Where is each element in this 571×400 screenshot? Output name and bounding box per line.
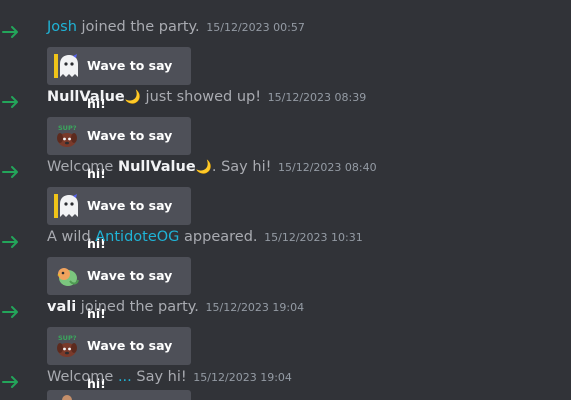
wave-button[interactable]: SUP? Wave to say hi! — [47, 327, 191, 391]
join-arrow-icon — [2, 95, 20, 109]
moon-emoji: 🌙 — [124, 90, 141, 105]
message-text: Welcome ... Say hi! 15/12/2023 19:04 — [47, 367, 292, 388]
message-prefix: A wild — [47, 229, 96, 245]
wave-button-label: Wave to say hi! — [87, 268, 173, 321]
timestamp[interactable]: 15/12/2023 08:40 — [278, 161, 377, 174]
timestamp[interactable]: 15/12/2023 19:04 — [206, 301, 305, 314]
join-arrow-icon — [2, 375, 20, 389]
timestamp[interactable]: 15/12/2023 19:04 — [193, 371, 292, 384]
username[interactable]: AntidoteOG — [95, 229, 179, 245]
username[interactable]: NullValue — [47, 89, 125, 105]
wave-button[interactable]: Wave to say hi! — [47, 47, 191, 111]
username[interactable]: vali — [47, 299, 76, 315]
message-suffix: just showed up! — [140, 89, 262, 105]
timestamp[interactable]: 15/12/2023 08:39 — [268, 91, 367, 104]
message-suffix: joined the party. — [76, 299, 199, 315]
message-prefix: Welcome — [47, 369, 118, 385]
wave-button[interactable]: Wave to say hi! — [47, 187, 191, 251]
ghost-sticker-icon — [54, 193, 80, 219]
bird-sticker-icon — [54, 263, 80, 289]
message-text: NullValue🌙 just showed up! 15/12/2023 08… — [47, 87, 366, 108]
message-text: vali joined the party. 15/12/2023 19:04 — [47, 297, 304, 318]
message-suffix: appeared. — [179, 229, 258, 245]
message-text: Welcome NullValue🌙. Say hi! 15/12/2023 0… — [47, 157, 377, 178]
join-arrow-icon — [2, 305, 20, 319]
message-suffix: . Say hi! — [211, 159, 272, 175]
sup-dog-sticker-icon: SUP? — [54, 123, 80, 149]
username[interactable]: Josh — [47, 19, 77, 35]
system-message-feed: Josh joined the party. 15/12/2023 00:57 … — [0, 0, 571, 400]
join-arrow-icon — [2, 235, 20, 249]
wave-button[interactable]: Wave to say hi! — [47, 257, 191, 321]
timestamp[interactable]: 15/12/2023 00:57 — [206, 21, 305, 34]
username[interactable]: ... — [118, 369, 132, 385]
wave-button[interactable]: SUP? Wave to say hi! — [47, 117, 191, 181]
message-text: Josh joined the party. 15/12/2023 00:57 — [47, 17, 305, 38]
svg-text:SUP?: SUP? — [58, 124, 77, 132]
moon-emoji: 🌙 — [195, 160, 212, 175]
message-text: A wild AntidoteOG appeared. 15/12/2023 1… — [47, 227, 363, 248]
join-arrow-icon — [2, 25, 20, 39]
svg-text:SUP?: SUP? — [58, 334, 77, 342]
message-suffix: joined the party. — [76, 19, 200, 35]
sup-dog-sticker-icon: SUP? — [54, 333, 80, 359]
ghost-sticker-icon — [54, 53, 80, 79]
message-prefix: Welcome — [47, 159, 118, 175]
message-suffix: Say hi! — [131, 369, 187, 385]
timestamp[interactable]: 15/12/2023 10:31 — [264, 231, 363, 244]
wave-button[interactable] — [47, 390, 191, 400]
sticker-icon — [54, 394, 80, 400]
wave-button-label: Wave to say hi! — [87, 58, 173, 111]
join-arrow-icon — [2, 165, 20, 179]
username[interactable]: NullValue — [118, 159, 196, 175]
wave-button-label: Wave to say hi! — [87, 128, 173, 181]
wave-button-label: Wave to say hi! — [87, 198, 173, 251]
